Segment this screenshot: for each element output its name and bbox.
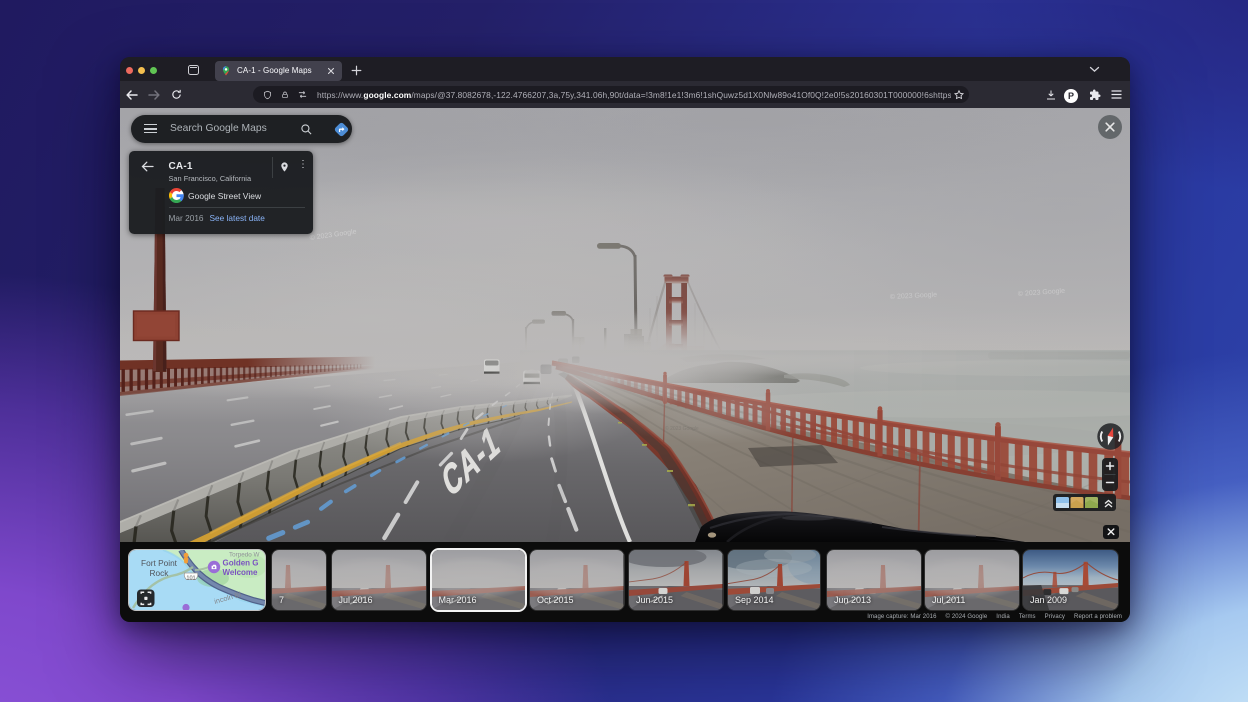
svg-text:Welcome: Welcome (223, 568, 259, 577)
svg-text:Torpedo W: Torpedo W (229, 552, 260, 559)
svg-text:Rock: Rock (150, 568, 170, 578)
svg-text:Golden G: Golden G (223, 559, 259, 568)
svg-text:Fort Point: Fort Point (141, 558, 178, 568)
svg-text:101: 101 (186, 575, 195, 581)
svg-text:© 2023 Google: © 2023 Google (665, 425, 699, 432)
